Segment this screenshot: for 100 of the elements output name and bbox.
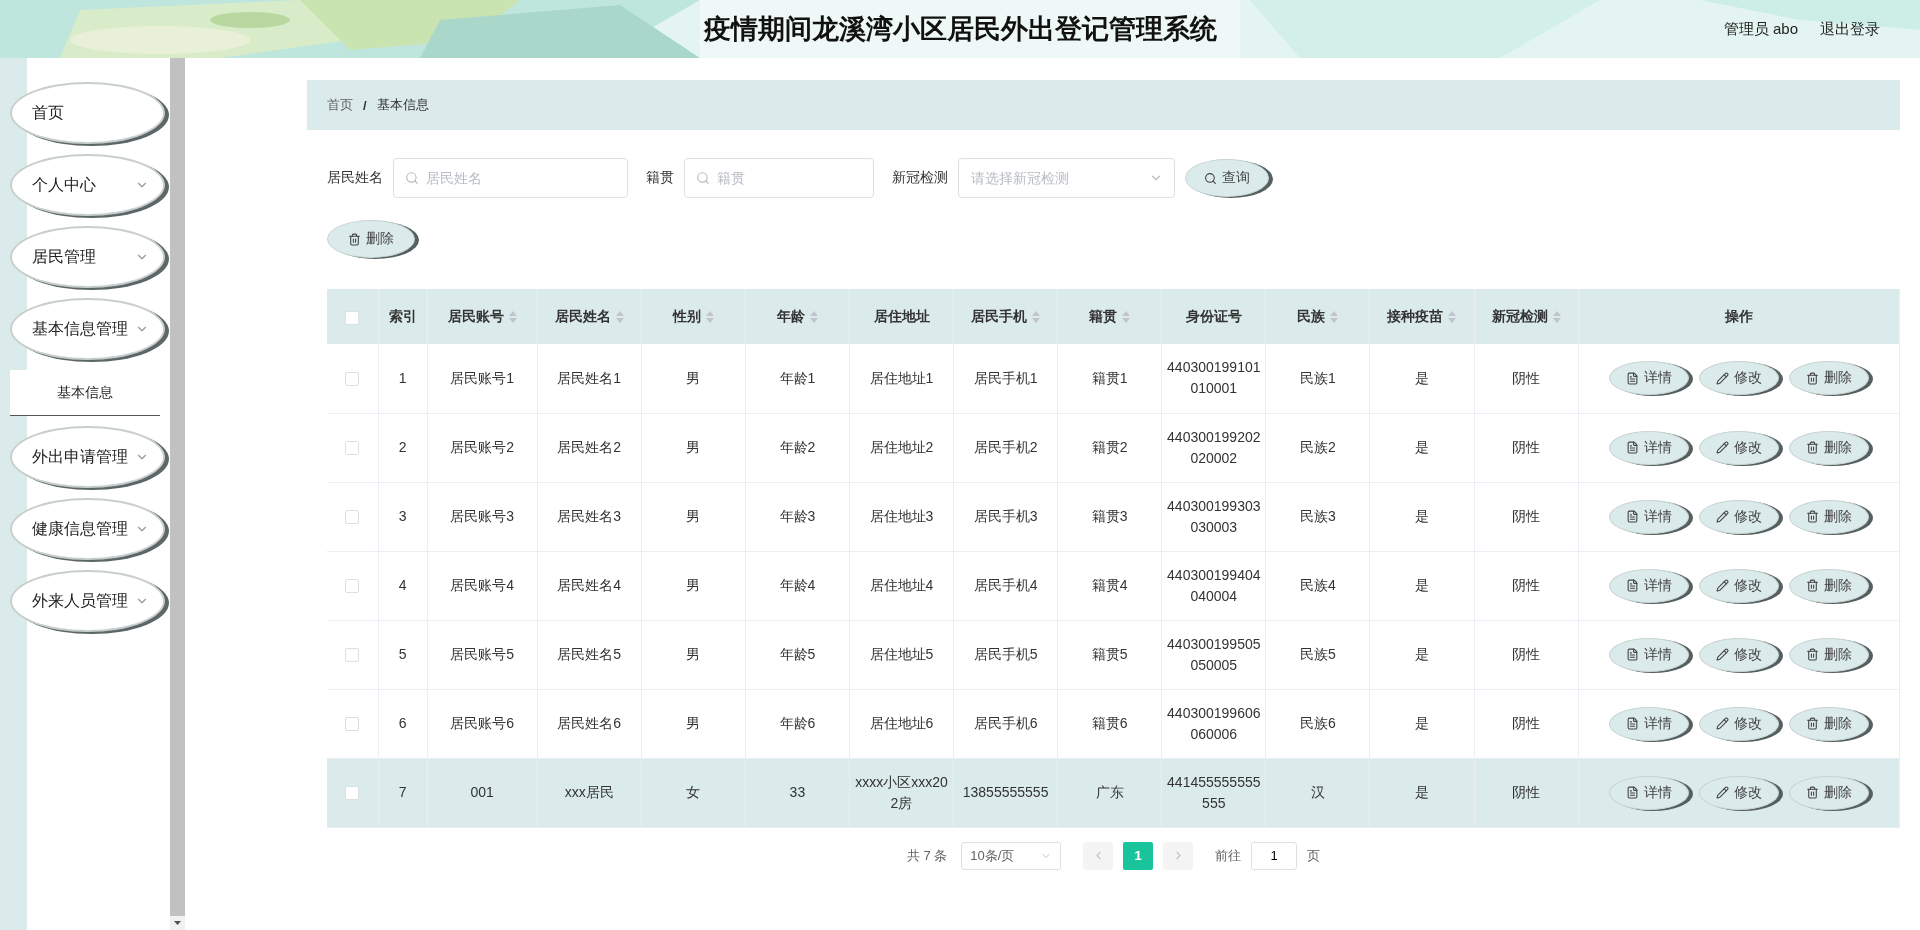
details-button[interactable]: 详情 — [1608, 775, 1689, 810]
table-cell: 440300199404040004 — [1161, 551, 1266, 620]
field-label: 籍贯 — [646, 169, 674, 187]
sort-icon[interactable] — [705, 310, 714, 323]
page-size-select[interactable]: 10条/页 — [961, 841, 1062, 870]
column-header[interactable]: 年龄 — [745, 289, 850, 344]
details-button[interactable]: 详情 — [1608, 637, 1689, 672]
checkbox[interactable] — [345, 310, 360, 325]
previous-page-button[interactable] — [1083, 841, 1114, 870]
sidebar-menu-item[interactable]: 首页 — [10, 82, 165, 144]
table-cell: 居住地址4 — [849, 551, 954, 620]
document-icon — [1625, 717, 1639, 730]
sort-icon[interactable] — [1330, 310, 1339, 323]
search-icon — [1204, 171, 1217, 185]
scrollbar[interactable] — [170, 58, 185, 930]
details-button[interactable]: 详情 — [1608, 430, 1689, 465]
delete-button[interactable]: 删除 — [1788, 775, 1869, 810]
table-row[interactable]: 7 001 xxx居民 女 33 xxxx小区xxx202房 13855555555 广东 441455555555555 汉 是 阴性 详情 修改 删除 — [327, 758, 1900, 827]
column-header[interactable]: 接种疫苗 — [1369, 289, 1474, 344]
sort-icon[interactable] — [1122, 310, 1131, 323]
sort-icon[interactable] — [508, 310, 517, 323]
sidebar-menu-item[interactable]: 基本信息管理 — [10, 298, 165, 360]
delete-button[interactable]: 删除 — [1788, 568, 1869, 603]
sidebar-menu-item[interactable]: 个人中心 — [10, 154, 165, 216]
logout-link[interactable]: 退出登录 — [1820, 19, 1880, 39]
table-cell: 33 — [745, 758, 850, 827]
table-cell: 居民手机1 — [953, 344, 1058, 413]
page-input[interactable]: 1 — [1251, 841, 1298, 870]
details-button[interactable]: 详情 — [1608, 706, 1689, 741]
column-header[interactable]: 新冠检测 — [1474, 289, 1579, 344]
table-cell: 13855555555 — [953, 758, 1058, 827]
checkbox[interactable] — [345, 786, 360, 801]
checkbox[interactable] — [345, 579, 360, 594]
table-cell: 阴性 — [1474, 758, 1579, 827]
delete-button[interactable]: 删除 — [1788, 430, 1869, 465]
sort-icon[interactable] — [1448, 310, 1457, 323]
checkbox[interactable] — [345, 510, 360, 525]
checkbox[interactable] — [345, 372, 360, 387]
sidebar-menu-item[interactable]: 居民管理 — [10, 226, 165, 288]
table-cell: 阴性 — [1474, 344, 1579, 413]
search-button[interactable]: 查询 — [1185, 159, 1269, 197]
table-cell: 民族4 — [1265, 551, 1370, 620]
sidebar-submenu-item[interactable]: 基本信息 — [10, 370, 160, 416]
search-field[interactable]: 居民姓名 — [393, 158, 628, 198]
sort-icon[interactable] — [809, 310, 818, 323]
sort-icon[interactable] — [1032, 310, 1041, 323]
delete-button[interactable]: 删除 — [1788, 706, 1869, 741]
document-icon — [1625, 786, 1639, 799]
select-field[interactable]: 请选择新冠检测 — [958, 158, 1175, 198]
table-cell: 籍贯5 — [1057, 620, 1162, 689]
pencil-icon — [1715, 786, 1729, 799]
edit-button[interactable]: 修改 — [1698, 361, 1779, 396]
edit-button[interactable]: 修改 — [1698, 568, 1779, 603]
sort-icon[interactable] — [1552, 310, 1561, 323]
table-row[interactable]: 3 居民账号3 居民姓名3 男 年龄3 居住地址3 居民手机3 籍贯3 440300199303030003 民族3 是 阴性 详情 修改 删除 — [327, 482, 1900, 551]
details-button[interactable]: 详情 — [1608, 361, 1689, 396]
edit-button[interactable]: 修改 — [1698, 706, 1779, 741]
table-row[interactable]: 4 居民账号4 居民姓名4 男 年龄4 居住地址4 居民手机4 籍贯4 440300199404040004 民族4 是 阴性 详情 修改 删除 — [327, 551, 1900, 620]
checkbox[interactable] — [345, 648, 360, 663]
column-header[interactable]: 居民手机 — [953, 289, 1058, 344]
delete-button[interactable]: 删除 — [1788, 499, 1869, 534]
sidebar-menu-item[interactable]: 外出申请管理 — [10, 426, 165, 488]
table-row[interactable]: 5 居民账号5 居民姓名5 男 年龄5 居住地址5 居民手机5 籍贯5 440300199505050005 民族5 是 阴性 详情 修改 删除 — [327, 620, 1900, 689]
breadcrumb-link[interactable]: 首页 — [327, 96, 353, 114]
details-button[interactable]: 详情 — [1608, 568, 1689, 603]
edit-button[interactable]: 修改 — [1698, 430, 1779, 465]
table-row[interactable]: 6 居民账号6 居民姓名6 男 年龄6 居住地址6 居民手机6 籍贯6 440300199606060006 民族6 是 阴性 详情 修改 删除 — [327, 689, 1900, 758]
table-cell: 民族5 — [1265, 620, 1370, 689]
trash-icon — [348, 232, 361, 246]
details-button[interactable]: 详情 — [1608, 499, 1689, 534]
column-header[interactable]: 居民账号 — [427, 289, 538, 344]
column-header[interactable]: 性别 — [641, 289, 746, 344]
table-cell: 居民姓名6 — [537, 689, 642, 758]
scroll-down-icon[interactable] — [174, 921, 181, 925]
sidebar-menu-item[interactable]: 外来人员管理 — [10, 570, 165, 632]
checkbox[interactable] — [345, 441, 360, 456]
column-header[interactable]: 籍贯 — [1057, 289, 1162, 344]
delete-button[interactable]: 删除 — [327, 220, 415, 258]
table-cell: 民族2 — [1265, 413, 1370, 482]
document-icon — [1625, 579, 1639, 592]
checkbox[interactable] — [345, 717, 360, 732]
column-header[interactable]: 居民姓名 — [537, 289, 642, 344]
sort-icon[interactable] — [615, 310, 624, 323]
delete-button[interactable]: 删除 — [1788, 637, 1869, 672]
table-cell: 居住地址2 — [849, 413, 954, 482]
document-icon — [1625, 648, 1639, 661]
sidebar-menu-item[interactable]: 健康信息管理 — [10, 498, 165, 560]
table-cell: 是 — [1369, 344, 1474, 413]
column-header[interactable]: 民族 — [1265, 289, 1370, 344]
next-page-button[interactable] — [1163, 841, 1194, 870]
table-row[interactable]: 1 居民账号1 居民姓名1 男 年龄1 居住地址1 居民手机1 籍贯1 440300199101010001 民族1 是 阴性 详情 修改 删除 — [327, 344, 1900, 413]
edit-button[interactable]: 修改 — [1698, 637, 1779, 672]
delete-button[interactable]: 删除 — [1788, 361, 1869, 396]
table-cell: 籍贯1 — [1057, 344, 1162, 413]
edit-button[interactable]: 修改 — [1698, 499, 1779, 534]
table-row[interactable]: 2 居民账号2 居民姓名2 男 年龄2 居住地址2 居民手机2 籍贯2 440300199202020002 民族2 是 阴性 详情 修改 删除 — [327, 413, 1900, 482]
search-field[interactable]: 籍贯 — [684, 158, 874, 198]
table-cell: 年龄3 — [745, 482, 850, 551]
table-cell: 居民手机3 — [953, 482, 1058, 551]
edit-button[interactable]: 修改 — [1698, 775, 1779, 810]
